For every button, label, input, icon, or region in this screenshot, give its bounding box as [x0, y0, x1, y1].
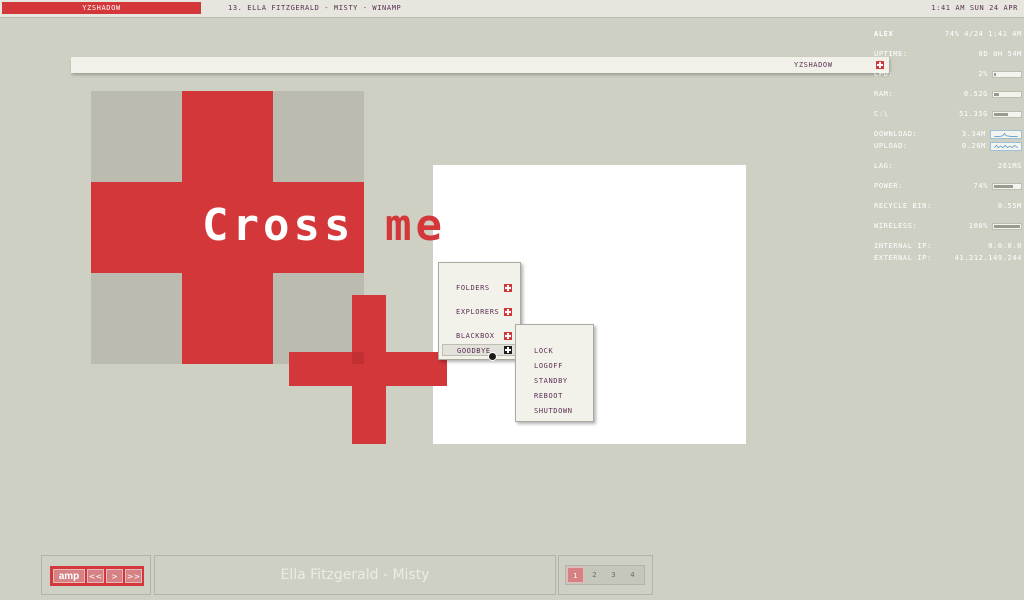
menu-item-folders[interactable]: FOLDERS: [456, 282, 490, 294]
media-player-controls: amp << > >>: [41, 555, 151, 595]
stat-value: 41.212.149.244: [954, 254, 1022, 262]
toolbar: YZSHADOW 13. ELLA FITZGERALD - MISTY - W…: [0, 0, 1024, 18]
active-window-title[interactable]: 13. ELLA FITZGERALD - MISTY - WINAMP: [228, 3, 401, 14]
disk-bar: [992, 111, 1022, 118]
clock[interactable]: 1:41 AM SUN 24 APR: [931, 3, 1018, 14]
stat-lag: LAG: 261MS: [874, 162, 1022, 172]
stat-power: POWER: 74%: [874, 182, 1022, 192]
stats-user: ALEX: [874, 30, 894, 38]
player-button-strip: amp << > >>: [50, 566, 144, 586]
stat-label: RAM:: [874, 90, 894, 98]
workspace-3[interactable]: 3: [605, 567, 622, 583]
play-button[interactable]: >: [106, 569, 123, 583]
workspace-2[interactable]: 2: [586, 567, 603, 583]
menu-item-reboot[interactable]: REBOOT: [534, 390, 563, 402]
menu-item-lock[interactable]: LOCK: [534, 345, 553, 357]
wallpaper-title: Cross me: [202, 200, 446, 251]
stat-value: 0.55M: [997, 202, 1022, 210]
upload-graph: [990, 142, 1022, 151]
amp-logo[interactable]: amp: [53, 569, 85, 583]
stat-label: UPTIME:: [874, 50, 908, 58]
stat-label: UPLOAD:: [874, 142, 908, 150]
root-menu: FOLDERS EXPLORERS BLACKBOX GOODBYE: [438, 262, 521, 360]
next-button[interactable]: >>: [125, 569, 142, 583]
stat-wireless: WIRELESS: 100%: [874, 222, 1022, 232]
stat-internal-ip: INTERNAL IP: 0.0.0.0: [874, 242, 1022, 252]
slit-bar: YZSHADOW: [71, 57, 889, 73]
menu-item-blackbox[interactable]: BLACKBOX: [456, 330, 495, 342]
submenu-arrow-icon[interactable]: [504, 346, 512, 354]
stat-value: 0.0.0.0: [988, 242, 1022, 250]
wallpaper-overlap-shade: [352, 352, 364, 364]
workspace-4[interactable]: 4: [624, 567, 641, 583]
stats-header-value: 74% 4/24 1:41 AM: [944, 30, 1022, 38]
stat-label: CPU:: [874, 70, 894, 78]
stat-value: 0.52G: [963, 90, 988, 98]
stat-value: 74%: [973, 182, 988, 190]
submenu-arrow-icon[interactable]: [504, 284, 512, 292]
submenu-arrow-icon[interactable]: [504, 308, 512, 316]
menu-item-logoff[interactable]: LOGOFF: [534, 360, 563, 372]
stat-label: C:\: [874, 110, 889, 118]
stat-value: 0D 0H 54M: [978, 50, 1022, 58]
stat-value: 3.34M: [961, 130, 986, 138]
stat-label: RECYCLE BIN:: [874, 202, 932, 210]
menu-item-shutdown[interactable]: SHUTDOWN: [534, 405, 573, 417]
previous-button[interactable]: <<: [87, 569, 104, 583]
stat-label: DOWNLOAD:: [874, 130, 918, 138]
stat-upload: UPLOAD: 0.26M: [874, 142, 1022, 152]
mouse-cursor-icon: [488, 352, 497, 361]
stat-value: 51.35G: [959, 110, 988, 118]
wireless-bar: [992, 223, 1022, 230]
goodbye-submenu: LOCK LOGOFF STANDBY REBOOT SHUTDOWN: [515, 324, 594, 422]
stat-ram: RAM: 0.52G: [874, 90, 1022, 100]
stat-external-ip: EXTERNAL IP: 41.212.149.244: [874, 254, 1022, 264]
menu-item-explorers[interactable]: EXPLORERS: [456, 306, 499, 318]
ram-bar: [992, 91, 1022, 98]
plus-icon[interactable]: [876, 61, 884, 69]
wallpaper-small-cross-horizontal: [289, 352, 447, 386]
stat-disk: C:\ 51.35G: [874, 110, 1022, 120]
stat-label: LAG:: [874, 162, 894, 170]
stat-recycle-bin: RECYCLE BIN: 0.55M: [874, 202, 1022, 212]
now-playing-title: Ella Fitzgerald - Misty: [280, 567, 430, 583]
workspace-pager-inner: 1 2 3 4: [565, 565, 645, 585]
cpu-bar: [992, 71, 1022, 78]
stat-uptime: UPTIME: 0D 0H 54M: [874, 50, 1022, 60]
workspace-pager: 1 2 3 4: [558, 555, 653, 595]
power-bar: [992, 183, 1022, 190]
stats-header: ALEX 74% 4/24 1:41 AM: [874, 30, 1022, 40]
download-graph: [990, 130, 1022, 139]
stat-cpu: CPU: 2%: [874, 70, 1022, 80]
stat-label: POWER:: [874, 182, 903, 190]
submenu-arrow-icon[interactable]: [504, 332, 512, 340]
stat-label: INTERNAL IP:: [874, 242, 932, 250]
stat-label: WIRELESS:: [874, 222, 918, 230]
stat-value: 100%: [968, 222, 988, 230]
workspace-1[interactable]: 1: [567, 567, 584, 583]
stat-value: 0.26M: [961, 142, 986, 150]
stat-value: 261MS: [997, 162, 1022, 170]
slit-label: YZSHADOW: [794, 61, 833, 69]
wallpaper-title-white: Cross: [202, 200, 355, 251]
workspace-label[interactable]: YZSHADOW: [2, 2, 201, 14]
stat-label: EXTERNAL IP:: [874, 254, 932, 262]
menu-item-standby[interactable]: STANDBY: [534, 375, 568, 387]
stat-download: DOWNLOAD: 3.34M: [874, 130, 1022, 140]
stat-value: 2%: [978, 70, 988, 78]
now-playing-panel[interactable]: Ella Fitzgerald - Misty: [154, 555, 556, 595]
wallpaper-title-red: me: [384, 200, 446, 251]
